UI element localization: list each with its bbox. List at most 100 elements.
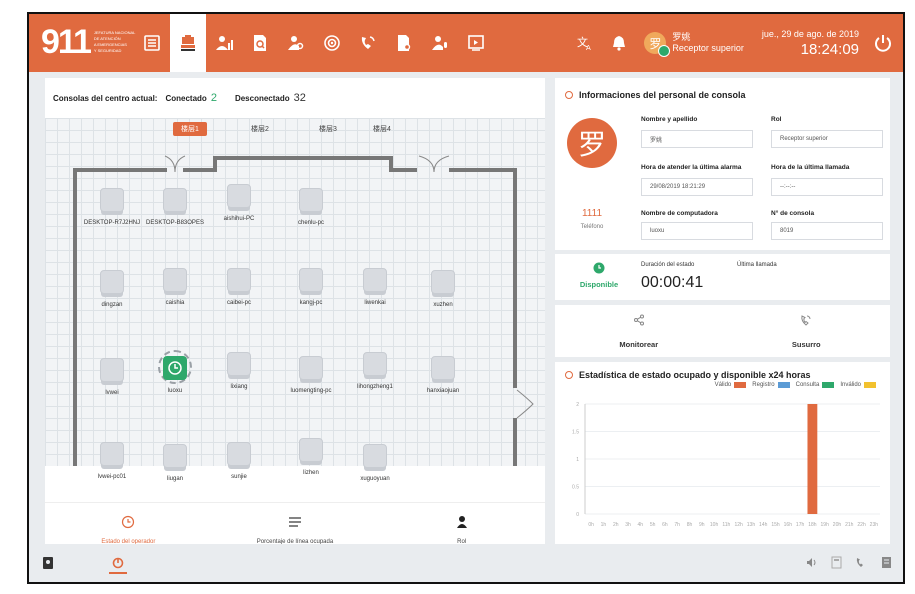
x-tick-label: 9h [699, 522, 705, 528]
workstation-name: dingzan [101, 302, 123, 308]
status-clock-icon [593, 262, 605, 274]
wall [389, 168, 417, 172]
x-tick-label: 19h [821, 522, 830, 528]
door-icon [164, 155, 186, 173]
nav-user-mic-icon[interactable] [422, 14, 458, 72]
main-nav [134, 14, 494, 72]
volume-icon[interactable] [805, 556, 818, 569]
tab-floor-4[interactable]: 楼层4 [365, 122, 399, 136]
translate-icon[interactable]: 文A [576, 34, 594, 52]
chair-icon [363, 444, 387, 468]
workstation[interactable]: lvwei [82, 358, 142, 396]
chair-active-icon [163, 356, 187, 380]
x-tick-label: 22h [857, 522, 866, 528]
workstation[interactable]: luomengting-pc [281, 356, 341, 394]
x-tick-label: 18h [808, 522, 817, 528]
last-call-title: Última llamada [737, 262, 777, 268]
nav-user-stats-icon[interactable] [206, 14, 242, 72]
x-tick-label: 23h [870, 522, 879, 528]
x-tick-label: 7h [674, 522, 680, 528]
x-tick-label: 11h [722, 522, 730, 528]
workstation[interactable]: chenlu-pc [281, 188, 341, 226]
workstation-name: xuguoyuan [360, 476, 390, 482]
chair-icon [431, 270, 455, 294]
chair-icon [100, 188, 124, 212]
nav-search-doc-icon[interactable] [242, 14, 278, 72]
nav-user-search-icon[interactable] [278, 14, 314, 72]
chair-icon [299, 356, 323, 380]
nav-screen-icon[interactable] [458, 14, 494, 72]
tab-floor-1[interactable]: 楼层1 [173, 122, 207, 136]
x-tick-label: 1h [601, 522, 607, 528]
workstation-name: luoxu [167, 388, 183, 394]
workstation[interactable]: liwenkai [345, 268, 405, 306]
x-tick-label: 14h [759, 522, 768, 528]
workstation[interactable]: caishia [145, 268, 205, 306]
wall [183, 168, 213, 172]
x-tick-label: 2h [613, 522, 619, 528]
x-tick-label: 4h [638, 522, 644, 528]
monitor-button[interactable]: Monitorear [555, 305, 723, 357]
console-info-panel: Informaciones del personal de consola 罗 … [555, 78, 890, 544]
legend-label: Válido [714, 382, 732, 388]
user-avatar[interactable]: 罗 [644, 32, 671, 57]
workstation[interactable]: dingzan [82, 270, 142, 308]
door-icon [516, 389, 534, 419]
notes-icon[interactable] [880, 556, 893, 569]
workstation[interactable]: lvwei-pc01 [82, 442, 142, 480]
workstation[interactable]: sunjie [209, 442, 269, 480]
actions-card: Monitorear Susurro [555, 305, 890, 357]
floor-plan-panel: Consolas del centro actual: Conectado 2 … [45, 78, 545, 557]
workstation[interactable]: xuzhen [413, 270, 473, 308]
workstation-name: xuzhen [433, 302, 453, 308]
tab-floor-2[interactable]: 楼层2 [243, 122, 277, 136]
workstation[interactable]: caibei-pc [209, 268, 269, 306]
nav-target-icon[interactable] [314, 14, 350, 72]
whisper-button[interactable]: Susurro [723, 305, 891, 357]
x-tick-label: 17h [796, 522, 805, 528]
workstation[interactable]: liugan [145, 444, 205, 482]
chair-icon [227, 268, 251, 292]
legend-label: Inválido [840, 382, 861, 388]
current-date: jue., 29 de ago. de 2019 [761, 28, 859, 39]
wall [213, 156, 393, 160]
status-card: Disponible Duración del estado 00:00:41 … [555, 254, 890, 300]
section-marker-icon [565, 91, 573, 99]
legend-swatch [734, 382, 747, 388]
chair-icon [299, 188, 323, 212]
workstation-active[interactable]: luoxu [145, 350, 205, 394]
workstation[interactable]: aishihui-PC [209, 184, 269, 222]
contacts-icon[interactable] [41, 556, 55, 570]
wall [449, 168, 517, 172]
workstation[interactable]: xuguoyuan [345, 444, 405, 482]
tab-floor-3[interactable]: 楼层3 [311, 122, 345, 136]
workstation[interactable]: DESKTOP-R7J2HNJ [82, 188, 142, 226]
operator-status-icon[interactable] [111, 556, 125, 570]
nav-stamp-icon[interactable] [170, 14, 206, 72]
chair-icon [100, 442, 124, 466]
workstation[interactable]: DESKTOP-B83OPES [145, 188, 205, 226]
keypad-icon[interactable] [830, 556, 843, 569]
legend-label: Consulta [795, 382, 820, 388]
logo-number: 911 [41, 23, 92, 61]
workstation[interactable]: lizhen [281, 438, 341, 476]
workstation[interactable]: kangj-pc [281, 268, 341, 306]
nav-phone-icon[interactable] [350, 14, 386, 72]
call-icon[interactable] [855, 556, 868, 569]
connected-count: 2 [210, 92, 217, 104]
nav-list-icon[interactable] [134, 14, 170, 72]
workstation[interactable]: lihongzheng1 [345, 352, 405, 390]
x-tick-label: 0h [588, 522, 594, 528]
power-icon[interactable] [873, 33, 893, 53]
nav-doc-search-icon[interactable] [386, 14, 422, 72]
y-tick-label: 0.5 [572, 485, 579, 491]
svg-text:A: A [586, 44, 591, 52]
wall [513, 168, 517, 388]
workstation[interactable]: lixiang [209, 352, 269, 390]
bell-icon[interactable] [610, 34, 628, 52]
workstation[interactable]: hanxiaojuan [413, 356, 473, 394]
logo-line: Y SEGURIDAD [93, 48, 122, 53]
monitor-label: Monitorear [619, 339, 659, 349]
workstation-name: chenlu-pc [297, 220, 324, 226]
workstation-name: lvwei-pc01 [97, 474, 127, 480]
